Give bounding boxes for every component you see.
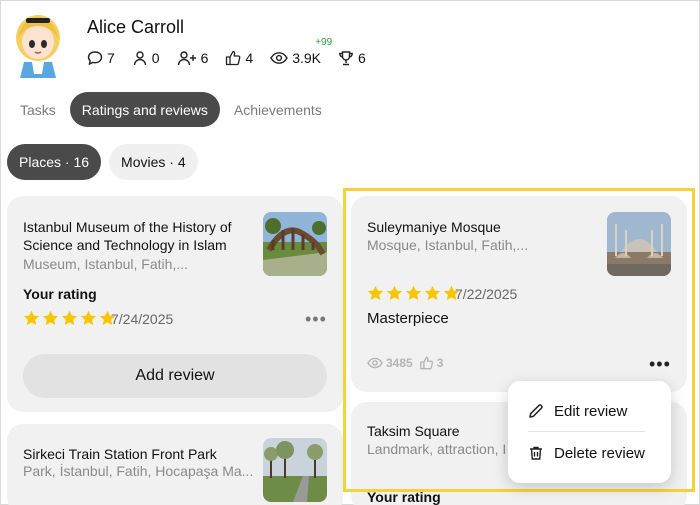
comment-icon: [87, 51, 103, 66]
delete-review-label: Delete review: [554, 444, 645, 462]
stat-comments[interactable]: 7: [87, 50, 115, 66]
tab-ratings-and-reviews[interactable]: Ratings and reviews: [69, 92, 220, 127]
stat-followers-value: 6: [200, 50, 209, 66]
chip-places[interactable]: Places · 16: [7, 144, 102, 180]
tab-achievements[interactable]: Achievements: [222, 92, 334, 127]
profile-stats: 7 0 6 4 +99 3.9K 6: [87, 37, 383, 66]
person-icon: [133, 51, 146, 66]
review-card-park[interactable]: Sirkeci Train Station Front Park Park, İ…: [7, 424, 343, 505]
park-photo[interactable]: [263, 438, 327, 502]
chip-movies[interactable]: Movies · 4: [109, 144, 198, 180]
stat-likes[interactable]: 4: [225, 50, 253, 66]
card-subtitle: Park, İstanbul, Fatih, Hocapaşa Ma...: [23, 463, 253, 479]
delete-review-menu-item[interactable]: Delete review: [508, 433, 671, 473]
card-title-line2: Science and Technology in Islam: [23, 237, 227, 253]
star-icon: [23, 310, 40, 326]
rating-label: Your rating: [23, 286, 97, 302]
stat-views-delta: +99: [315, 37, 333, 48]
card-title-line1: Istanbul Museum of the History of: [23, 219, 232, 235]
tab-tasks[interactable]: Tasks: [8, 92, 68, 127]
review-card-museum[interactable]: Istanbul Museum of the History of Scienc…: [7, 196, 343, 412]
star-icon: [61, 310, 78, 326]
profile-name: Alice Carroll: [87, 17, 185, 37]
card-title: Istanbul Museum of the History of Scienc…: [23, 218, 253, 254]
stat-following[interactable]: 0: [132, 50, 160, 66]
add-review-button[interactable]: Add review: [23, 354, 327, 398]
review-options-menu: Edit review Delete review: [508, 381, 671, 483]
card-title: Sirkeci Train Station Front Park: [23, 446, 217, 462]
museum-photo[interactable]: [263, 212, 327, 276]
rating-date: 7/24/2025: [111, 311, 174, 327]
more-options-button[interactable]: •••: [305, 310, 327, 328]
eye-icon: [270, 52, 288, 64]
category-chips: Places · 16 Movies · 4: [7, 144, 206, 180]
menu-divider: [528, 431, 645, 432]
card-subtitle: Museum, Istanbul, Fatih,...: [23, 256, 188, 272]
edit-review-label: Edit review: [554, 402, 628, 420]
stat-trophies[interactable]: 6: [338, 50, 366, 66]
stat-views-value: 3.9K: [292, 50, 321, 66]
star-icon: [80, 310, 97, 326]
person-add-icon: [177, 51, 196, 66]
thumbs-up-icon: [226, 50, 241, 66]
avatar[interactable]: [10, 12, 66, 78]
profile-tabs: Tasks Ratings and reviews Achievements: [8, 92, 336, 127]
stat-followers[interactable]: 6: [177, 50, 209, 66]
stat-trophies-value: 6: [358, 50, 366, 66]
stat-following-value: 0: [151, 50, 160, 66]
pencil-icon: [529, 404, 543, 418]
trophy-icon: [339, 51, 353, 66]
stat-views[interactable]: +99 3.9K: [270, 37, 332, 66]
rating-stars: [23, 310, 118, 326]
star-icon: [42, 310, 59, 326]
stat-likes-value: 4: [245, 50, 254, 66]
edit-review-menu-item[interactable]: Edit review: [508, 391, 671, 431]
stat-comments-value: 7: [107, 50, 115, 66]
trash-icon: [530, 446, 542, 460]
